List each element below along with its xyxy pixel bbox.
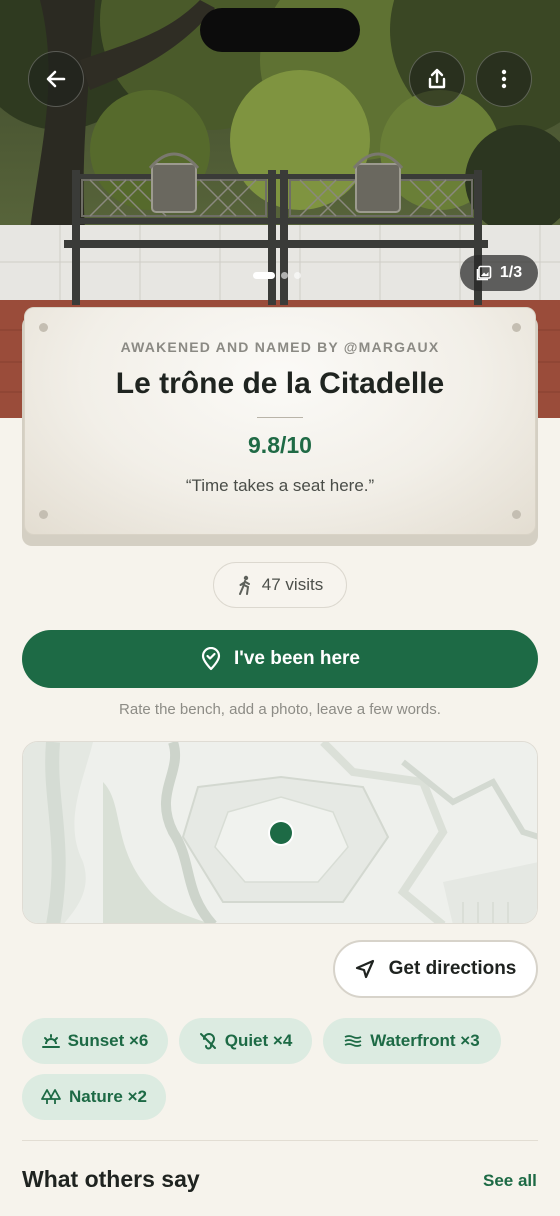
rivet: [512, 510, 521, 519]
visits-count: 47 visits: [261, 575, 324, 594]
been-here-label: I've been here: [234, 648, 360, 669]
share-button[interactable]: [409, 51, 465, 107]
rivet: [39, 510, 48, 519]
gallery-icon: [476, 265, 492, 281]
photo-pager[interactable]: [253, 272, 301, 279]
tag-label: Quiet ×4: [224, 1031, 293, 1050]
bench-name: Le trône de la Citadelle: [115, 367, 445, 400]
location-map[interactable]: [22, 741, 538, 924]
map-canvas: [23, 742, 537, 923]
been-here-button[interactable]: I've been here: [22, 630, 538, 688]
arrow-left-icon: [46, 70, 66, 88]
walking-person-icon: [238, 575, 250, 595]
navigation-arrow-icon: [355, 959, 374, 979]
section-divider: [22, 1140, 538, 1141]
mute-ear-icon: [199, 1033, 216, 1050]
photo-counter[interactable]: 1/3: [460, 255, 538, 291]
photo-counter-label: 1/3: [499, 264, 523, 281]
back-button[interactable]: [28, 51, 84, 107]
device-notch: [200, 8, 360, 52]
namer-credit: AWAKENED AND NAMED BY @MARGAUX: [120, 339, 440, 355]
get-directions-label: Get directions: [388, 958, 517, 979]
tag-sunset[interactable]: Sunset ×6: [22, 1018, 168, 1064]
pager-dot-active[interactable]: [253, 272, 275, 279]
rivet: [512, 323, 521, 332]
plaque-divider: [257, 417, 303, 418]
see-all-link[interactable]: See all: [483, 1171, 537, 1191]
bench-quote: “Time takes a seat here.”: [185, 476, 375, 495]
tag-quiet[interactable]: Quiet ×4: [179, 1018, 312, 1064]
tag-waterfront[interactable]: Waterfront ×3: [323, 1018, 501, 1064]
tag-label: Waterfront ×3: [370, 1031, 480, 1050]
bench-detail-screen: 1/3 AWAKENED AND NAMED BY @MARGAUX Le tr…: [0, 0, 560, 1216]
visits-badge: 47 visits: [213, 562, 347, 608]
tag-label: Nature ×2: [69, 1087, 147, 1106]
rivet: [39, 323, 48, 332]
pager-dot[interactable]: [281, 272, 288, 279]
map-pin-check-icon: [201, 647, 221, 671]
get-directions-button[interactable]: Get directions: [333, 940, 538, 998]
location-marker: [270, 822, 292, 844]
waves-icon: [344, 1035, 362, 1047]
cta-hint: Rate the bench, add a photo, leave a few…: [119, 701, 441, 718]
more-options-button[interactable]: [476, 51, 532, 107]
more-vertical-icon: [501, 69, 507, 89]
trees-icon: [41, 1089, 61, 1104]
share-icon: [428, 68, 446, 89]
tag-label: Sunset ×6: [67, 1031, 149, 1050]
pager-dot[interactable]: [294, 272, 301, 279]
bench-plaque: AWAKENED AND NAMED BY @MARGAUX Le trône …: [24, 307, 536, 535]
sunset-icon: [41, 1034, 60, 1048]
bench-rating: 9.8/10: [248, 432, 312, 458]
reviews-title: What others say: [22, 1166, 200, 1192]
tag-nature[interactable]: Nature ×2: [22, 1074, 166, 1120]
